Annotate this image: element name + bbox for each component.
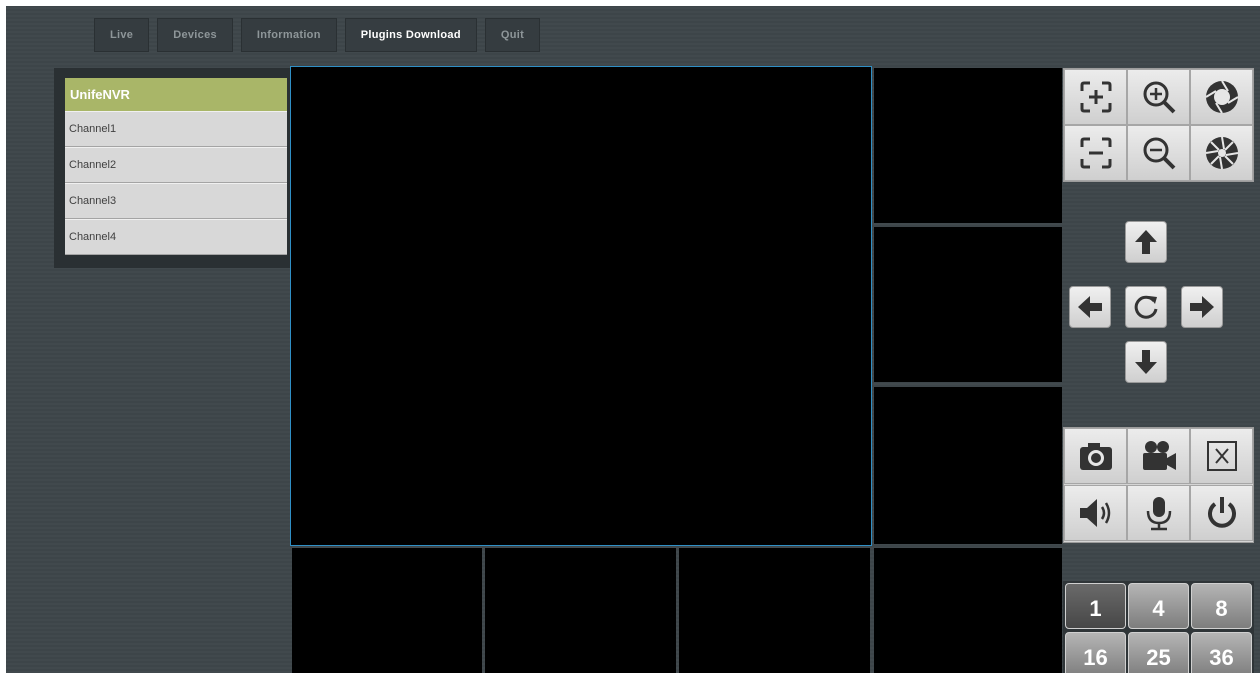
close-box-icon (1206, 441, 1237, 471)
nav-live-button[interactable]: Live (94, 18, 150, 52)
channel-item-4[interactable]: Channel4 (65, 219, 287, 255)
device-title[interactable]: UnifeNVR (65, 78, 287, 111)
video-window-6[interactable] (485, 548, 676, 673)
channel-panel: UnifeNVR Channel1 Channel2 Channel3 Chan… (54, 68, 292, 268)
nav-plugins-download-button[interactable]: Plugins Download (344, 18, 477, 52)
arrow-right-icon (1190, 296, 1214, 318)
camera-icon (1079, 443, 1112, 470)
audio-button[interactable] (1064, 485, 1127, 541)
layout-selector: 1 4 8 16 25 36 (1063, 581, 1254, 673)
pan-left-button[interactable] (1069, 286, 1111, 328)
record-button[interactable] (1127, 428, 1190, 484)
zoom-out-frame-button[interactable] (1064, 125, 1127, 181)
layout-25-button[interactable]: 25 (1128, 632, 1189, 673)
close-stream-button[interactable] (1190, 428, 1253, 484)
arrow-left-icon (1078, 296, 1102, 318)
lens-controls (1063, 68, 1254, 182)
nvr-app: Live Devices Information Plugins Downloa… (6, 6, 1260, 673)
speaker-icon (1079, 499, 1110, 527)
ptz-controls (1063, 221, 1254, 391)
ptz-reset-button[interactable] (1125, 286, 1167, 328)
magnify-plus-button[interactable] (1127, 69, 1190, 125)
zoom-out-frame-icon (1080, 137, 1111, 169)
nav-information-button[interactable]: Information (240, 18, 337, 52)
top-nav: Live Devices Information Plugins Downloa… (94, 18, 541, 52)
magnify-minus-icon (1143, 137, 1175, 170)
layout-8-button[interactable]: 8 (1191, 583, 1252, 629)
talk-button[interactable] (1127, 485, 1190, 541)
magnify-plus-icon (1143, 81, 1175, 114)
video-window-4[interactable] (874, 387, 1062, 544)
microphone-icon (1146, 497, 1171, 531)
zoom-in-frame-icon (1080, 81, 1111, 113)
media-controls (1063, 427, 1254, 543)
zoom-in-frame-button[interactable] (1064, 69, 1127, 125)
arrow-down-icon (1135, 350, 1157, 374)
power-button[interactable] (1190, 485, 1253, 541)
iris-open-button[interactable] (1190, 69, 1253, 125)
layout-36-button[interactable]: 36 (1191, 632, 1252, 673)
video-camera-icon (1142, 441, 1176, 470)
video-window-main[interactable] (290, 66, 872, 546)
snapshot-button[interactable] (1064, 428, 1127, 484)
refresh-icon (1134, 295, 1158, 319)
nav-devices-button[interactable]: Devices (157, 18, 233, 52)
video-window-7[interactable] (679, 548, 870, 673)
video-window-2[interactable] (874, 68, 1062, 223)
channel-item-3[interactable]: Channel3 (65, 183, 287, 219)
layout-16-button[interactable]: 16 (1065, 632, 1126, 673)
layout-1-button[interactable]: 1 (1065, 583, 1126, 629)
channel-item-1[interactable]: Channel1 (65, 111, 287, 147)
power-icon (1207, 497, 1236, 528)
magnify-minus-button[interactable] (1127, 125, 1190, 181)
pan-right-button[interactable] (1181, 286, 1223, 328)
iris-open-icon (1204, 80, 1239, 114)
iris-close-icon (1205, 136, 1238, 170)
pan-down-button[interactable] (1125, 341, 1167, 383)
pan-up-button[interactable] (1125, 221, 1167, 263)
video-window-5[interactable] (292, 548, 482, 673)
nav-quit-button[interactable]: Quit (484, 18, 541, 52)
video-window-3[interactable] (874, 227, 1062, 382)
arrow-up-icon (1135, 230, 1157, 254)
iris-close-button[interactable] (1190, 125, 1253, 181)
layout-4-button[interactable]: 4 (1128, 583, 1189, 629)
channel-item-2[interactable]: Channel2 (65, 147, 287, 183)
video-window-8[interactable] (874, 548, 1062, 673)
